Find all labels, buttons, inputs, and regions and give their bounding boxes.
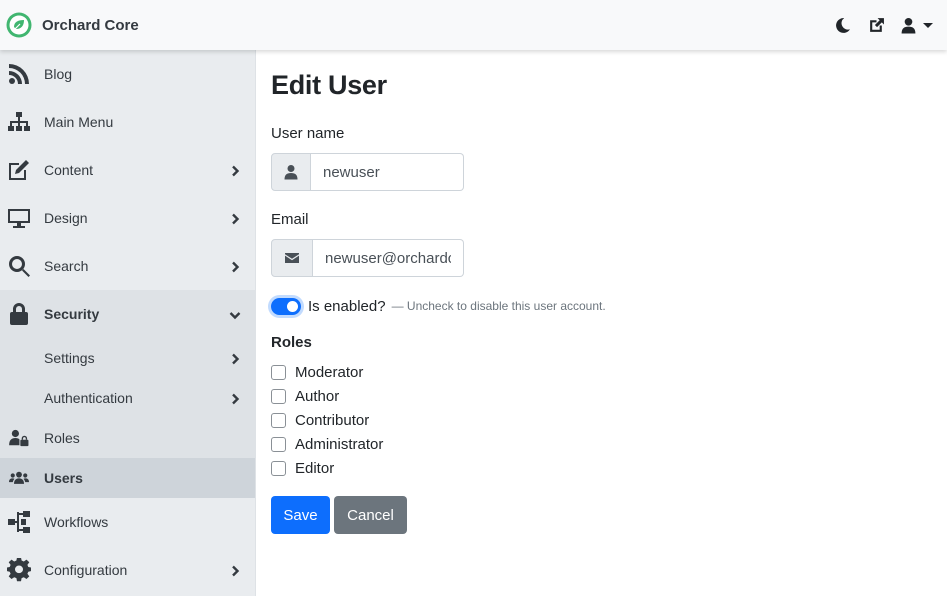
edit-icon <box>6 157 32 183</box>
monitor-icon <box>6 205 32 231</box>
role-checkbox-contributor[interactable] <box>271 412 286 428</box>
sidebar-item-label: Main Menu <box>44 114 114 130</box>
is-enabled-hint: — Uncheck to disable this user account. <box>391 299 606 313</box>
role-label[interactable]: Contributor <box>295 412 369 429</box>
chevron-right-icon <box>229 352 241 365</box>
chevron-right-icon <box>229 164 241 177</box>
username-label: User name <box>271 125 345 142</box>
cancel-button[interactable]: Cancel <box>334 496 407 534</box>
theme-toggle-button[interactable] <box>825 0 859 50</box>
workflow-icon <box>6 509 32 535</box>
sidebar-item-label: Blog <box>44 66 73 82</box>
sidebar-item-authentication[interactable]: Authentication <box>0 378 255 418</box>
sidebar-item-label: Roles <box>44 430 80 446</box>
sidebar-item-label: Design <box>44 210 88 226</box>
chevron-right-icon <box>229 392 241 405</box>
sidebar-item-label: Security <box>44 306 100 322</box>
sidebar-item-roles[interactable]: Roles <box>0 418 255 458</box>
orchard-logo-icon <box>6 12 32 38</box>
sidebar-item-label: Settings <box>44 350 95 366</box>
sidebar: Blog Main Menu Content Design Search Sec… <box>0 50 256 596</box>
sidebar-item-workflows[interactable]: Workflows <box>0 498 255 546</box>
sidebar-item-content[interactable]: Content <box>0 146 255 194</box>
save-button[interactable]: Save <box>271 496 330 534</box>
chevron-down-icon <box>922 22 933 28</box>
role-checkbox-row: Author <box>271 386 339 406</box>
role-checkbox-row: Administrator <box>271 434 383 454</box>
email-input-group <box>271 239 464 277</box>
role-checkbox-row: Contributor <box>271 410 369 430</box>
navbar-actions <box>825 0 939 50</box>
gear-icon <box>6 557 32 583</box>
sitemap-icon <box>6 109 32 135</box>
sidebar-item-settings[interactable]: Settings <box>0 338 255 378</box>
role-label[interactable]: Editor <box>295 460 334 477</box>
sidebar-item-label: Users <box>44 470 83 486</box>
sidebar-item-design[interactable]: Design <box>0 194 255 242</box>
search-icon <box>6 253 32 279</box>
username-input-group <box>271 153 464 191</box>
switch-knob <box>287 300 298 312</box>
user-lock-icon <box>8 427 30 449</box>
external-link-icon <box>869 17 884 32</box>
role-label[interactable]: Administrator <box>295 436 383 453</box>
user-icon <box>271 153 311 191</box>
role-checkbox-editor[interactable] <box>271 460 286 476</box>
visit-site-button[interactable] <box>859 0 893 50</box>
lock-icon <box>6 301 32 327</box>
user-icon <box>901 17 915 33</box>
user-menu-button[interactable] <box>893 0 939 50</box>
page-title: Edit User <box>271 70 387 100</box>
sidebar-item-users[interactable]: Users <box>0 458 255 498</box>
email-label: Email <box>271 211 309 228</box>
username-input[interactable] <box>311 153 464 191</box>
is-enabled-row: Is enabled? — Uncheck to disable this us… <box>271 295 606 317</box>
role-checkbox-administrator[interactable] <box>271 436 286 452</box>
is-enabled-label[interactable]: Is enabled? <box>308 298 386 315</box>
sidebar-item-main-menu[interactable]: Main Menu <box>0 98 255 146</box>
users-icon <box>8 467 30 489</box>
sidebar-item-configuration[interactable]: Configuration <box>0 546 255 594</box>
chevron-right-icon <box>229 564 241 577</box>
role-label[interactable]: Moderator <box>295 364 363 381</box>
chevron-right-icon <box>229 260 241 273</box>
is-enabled-switch[interactable] <box>271 297 301 315</box>
role-checkbox-moderator[interactable] <box>271 364 286 380</box>
sidebar-item-label: Authentication <box>44 390 133 406</box>
sidebar-item-label: Configuration <box>44 562 128 578</box>
sidebar-item-label: Workflows <box>44 514 109 530</box>
envelope-icon <box>271 239 313 277</box>
role-label[interactable]: Author <box>295 388 339 405</box>
sidebar-item-label: Content <box>44 162 94 178</box>
brand[interactable]: Orchard Core <box>6 11 139 39</box>
rss-icon <box>6 61 32 87</box>
sidebar-item-label: Search <box>44 258 89 274</box>
role-checkbox-row: Editor <box>271 458 334 478</box>
moon-icon <box>835 17 850 33</box>
top-navbar: Orchard Core <box>0 0 947 50</box>
role-checkbox-row: Moderator <box>271 362 363 382</box>
role-checkbox-author[interactable] <box>271 388 286 404</box>
chevron-right-icon <box>229 212 241 225</box>
security-submenu: Security Settings Authentication Roles <box>0 290 255 458</box>
roles-heading: Roles <box>271 334 312 351</box>
chevron-down-icon <box>229 308 241 320</box>
brand-name: Orchard Core <box>42 16 139 34</box>
sidebar-item-search[interactable]: Search <box>0 242 255 290</box>
email-input[interactable] <box>313 239 464 277</box>
sidebar-item-blog[interactable]: Blog <box>0 50 255 98</box>
sidebar-item-security[interactable]: Security <box>0 290 255 338</box>
